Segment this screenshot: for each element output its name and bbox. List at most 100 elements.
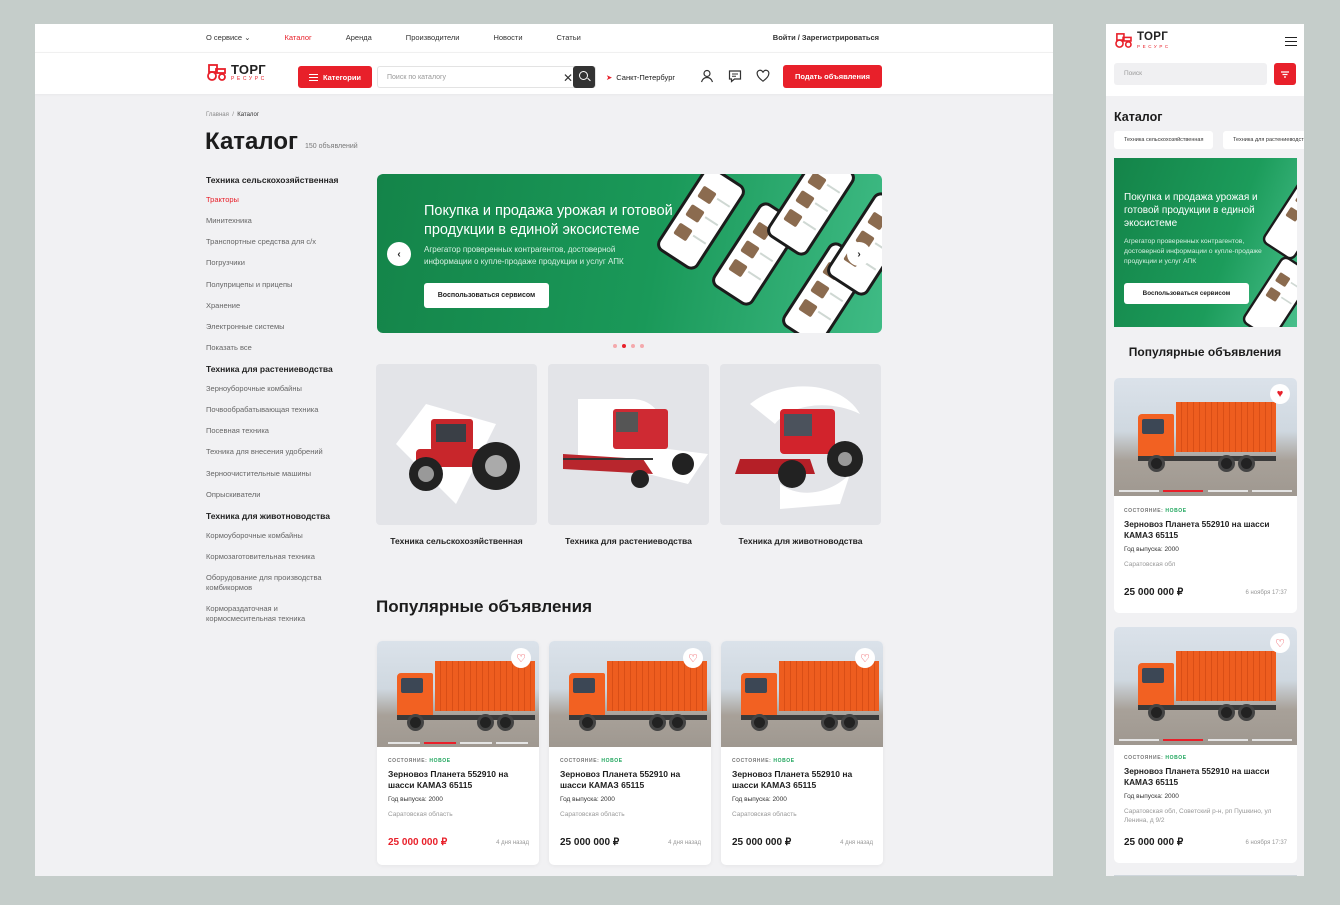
menu-icon[interactable] — [1285, 37, 1297, 46]
condition: СОСТОЯНИЕ: НОВОЕ — [1124, 755, 1187, 761]
logo[interactable]: ТОРГ РЕСУРС — [1114, 31, 1171, 49]
sidebar-item[interactable]: Техника для внесения удобрений — [206, 447, 346, 457]
slide-dot[interactable] — [640, 344, 644, 348]
sidebar-item[interactable]: Опрыскиватели — [206, 490, 346, 500]
category-chip[interactable]: Техника сельскохозяйственная — [1114, 131, 1214, 149]
clear-icon[interactable]: ✕ — [563, 71, 573, 85]
breadcrumb-current: Каталог — [237, 112, 260, 118]
top-nav: О сервисе ⌄ Каталог Аренда Производители… — [206, 33, 615, 42]
heart-icon[interactable]: ♡ — [511, 648, 531, 668]
banner-cta-button[interactable]: Воспользоваться сервисом — [1124, 283, 1249, 304]
user-icon[interactable] — [700, 69, 714, 83]
search-button[interactable] — [573, 66, 595, 88]
chevron-right-icon[interactable]: › — [847, 242, 871, 266]
listing-price: 25 000 000 ₽ — [732, 837, 792, 848]
nav-news[interactable]: Новости — [493, 33, 522, 42]
city-selector[interactable]: ➤ Санкт-Петербург — [606, 73, 675, 82]
desktop-frame: О сервисе ⌄ Каталог Аренда Производители… — [35, 24, 1053, 876]
nav-catalog[interactable]: Каталог — [284, 33, 311, 42]
sidebar-item[interactable]: Оборудование для производства комбикормо… — [206, 573, 346, 593]
post-ad-button[interactable]: Подать объявления — [783, 65, 882, 88]
heart-filled-icon[interactable]: ♥ — [1270, 384, 1290, 404]
brand-name: ТОРГ — [1137, 31, 1169, 43]
sidebar-item[interactable]: Кормозаготовительная техника — [206, 552, 346, 562]
listing-card[interactable]: ♡ СОСТОЯНИЕ: НОВОЕ Зерновоз Планета 5529… — [1114, 627, 1297, 863]
sidebar-item[interactable]: Кормораздаточная и кормосмесительная тех… — [206, 604, 346, 624]
sidebar-item[interactable]: Транспортные средства для с/х — [206, 237, 346, 247]
banner-headline: Покупка и продажа урожая и готовой проду… — [424, 203, 673, 238]
tractor-logo-icon — [1115, 33, 1132, 48]
sidebar-group: Техника для растениеводства Зерноуборочн… — [206, 364, 346, 500]
sidebar-item[interactable]: Погрузчики — [206, 258, 346, 268]
nav-manufacturers[interactable]: Производители — [406, 33, 460, 42]
sidebar-item[interactable]: Хранение — [206, 301, 346, 311]
listing-title[interactable]: Зерновоз Планета 552910 на шасси КАМАЗ 6… — [388, 769, 530, 791]
slide-dot[interactable] — [631, 344, 635, 348]
listing-title[interactable]: Зерновоз Планета 552910 на шасси КАМАЗ 6… — [1124, 766, 1289, 788]
heart-icon[interactable] — [756, 69, 770, 83]
sidebar-item[interactable]: Почвообрабатывающая техника — [206, 405, 346, 415]
listing-price: 25 000 000 ₽ — [560, 837, 620, 848]
sidebar-item[interactable]: Зерноуборочные комбайны — [206, 384, 346, 394]
category-label[interactable]: Техника для растениеводства — [548, 536, 709, 546]
category-chip[interactable]: Техника для растениеводства — [1223, 131, 1304, 149]
category-card-plant[interactable] — [548, 364, 709, 525]
heart-icon[interactable]: ♡ — [855, 648, 875, 668]
filter-icon[interactable] — [1274, 63, 1296, 85]
banner-cta-button[interactable]: Воспользоваться сервисом — [424, 283, 549, 308]
sidebar-item[interactable]: Полуприцепы и прицепы — [206, 280, 346, 290]
nav-rent[interactable]: Аренда — [346, 33, 372, 42]
listing-year: Год выпуска: 2000 — [1124, 792, 1179, 800]
search-input[interactable]: Поиск по каталогу ✕ — [377, 66, 596, 88]
listing-title[interactable]: Зерновоз Планета 552910 на шасси КАМАЗ 6… — [560, 769, 702, 791]
listing-date: 4 дня назад — [496, 840, 529, 846]
listing-card[interactable]: ♡ СОСТОЯНИЕ: НОВОЕ Зерновоз Планета 5529… — [377, 641, 539, 865]
slide-dot-active[interactable] — [622, 344, 626, 348]
sidebar-item[interactable]: Кормоуборочные комбайны — [206, 531, 346, 541]
nav-about[interactable]: О сервисе ⌄ — [206, 33, 250, 42]
breadcrumb-separator: / — [232, 112, 234, 118]
listing-year: Год выпуска: 2000 — [560, 796, 615, 804]
banner-text: Агрегатор проверенных контрагентов, дост… — [424, 245, 624, 266]
sidebar-show-all[interactable]: Показать все — [206, 343, 346, 353]
sidebar-group-title[interactable]: Техника для растениеводства — [206, 364, 346, 374]
category-card-livestock[interactable] — [720, 364, 881, 525]
mobile-search-input[interactable]: Поиск — [1114, 63, 1267, 85]
heart-icon[interactable]: ♡ — [683, 648, 703, 668]
listing-card[interactable]: ♥ СОСТОЯНИЕ: НОВОЕ Зерновоз Планета 5529… — [1114, 378, 1297, 613]
sidebar-item[interactable]: Электронные системы — [206, 322, 346, 332]
categories-button[interactable]: Категории — [298, 66, 372, 88]
listing-card[interactable]: ♡ СОСТОЯНИЕ: НОВОЕ Зерновоз Планета 5529… — [549, 641, 711, 865]
brand-sub: РЕСУРС — [231, 76, 267, 82]
login-link[interactable]: Войти / Зарегистрироваться — [773, 33, 879, 42]
category-label[interactable]: Техника сельскохозяйственная — [376, 536, 537, 546]
page-title: Каталог — [1114, 110, 1163, 124]
breadcrumb: Главная / Каталог — [206, 112, 259, 118]
sidebar-item[interactable]: Минитехника — [206, 216, 346, 226]
combine-harvester-image — [563, 399, 708, 488]
listing-year: Год выпуска: 2000 — [388, 796, 443, 804]
breadcrumb-home[interactable]: Главная — [206, 112, 229, 118]
sidebar-item[interactable]: Зерноочистительные машины — [206, 469, 346, 479]
chat-icon[interactable] — [728, 69, 742, 83]
sidebar-group-title[interactable]: Техника для животноводства — [206, 511, 346, 521]
listing-card[interactable]: ♡ СОСТОЯНИЕ: НОВОЕ Зерновоз Планета 5529… — [721, 641, 883, 865]
category-label[interactable]: Техника для животноводства — [720, 536, 881, 546]
city-label: Санкт-Петербург — [616, 73, 676, 82]
sidebar-item[interactable]: Посевная техника — [206, 426, 346, 436]
heart-icon[interactable]: ♡ — [1270, 633, 1290, 653]
nav-articles[interactable]: Статьи — [557, 33, 581, 42]
listing-region: Саратовская область — [560, 811, 625, 819]
chevron-left-icon[interactable]: ‹ — [387, 242, 411, 266]
slide-dot[interactable] — [613, 344, 617, 348]
sidebar-item[interactable]: Тракторы — [206, 195, 346, 205]
listing-price: 25 000 000 ₽ — [1124, 587, 1184, 598]
listing-title[interactable]: Зерновоз Планета 552910 на шасси КАМАЗ 6… — [732, 769, 874, 791]
listing-title[interactable]: Зерновоз Планета 552910 на шасси КАМАЗ 6… — [1124, 519, 1289, 541]
menu-icon — [308, 73, 318, 81]
category-card-agri[interactable] — [376, 364, 537, 525]
logo[interactable]: ТОРГ РЕСУРС — [206, 63, 267, 82]
condition: СОСТОЯНИЕ: НОВОЕ — [1124, 508, 1187, 514]
banner-text: Агрегатор проверенных контрагентов, дост… — [1124, 238, 1262, 266]
sidebar-group-title[interactable]: Техника сельскохозяйственная — [206, 175, 346, 185]
